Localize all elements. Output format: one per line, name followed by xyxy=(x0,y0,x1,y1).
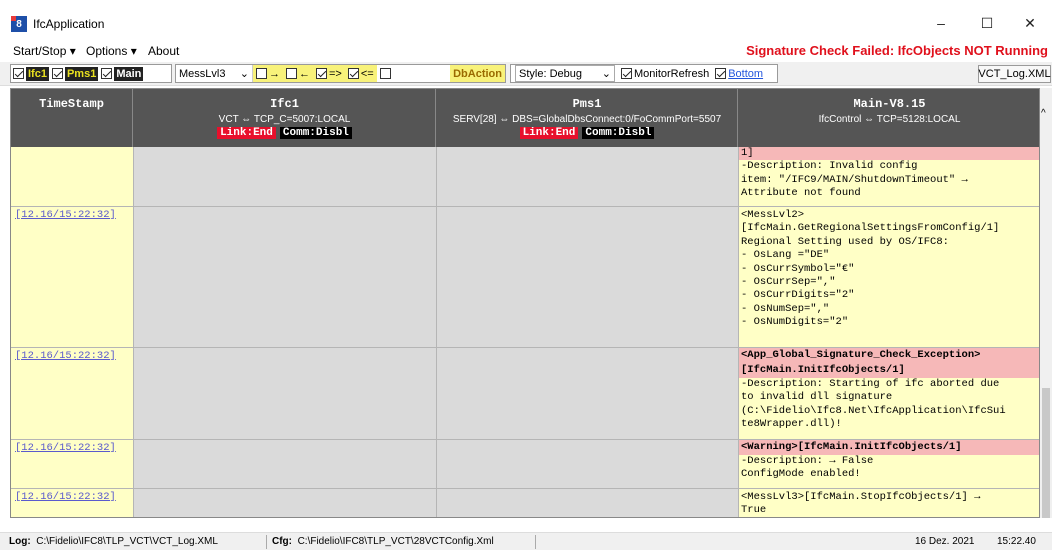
menu-options[interactable]: Options ▾ xyxy=(86,44,137,58)
log-grid[interactable]: TimeStamp Ifc1 VCT ⇔ TCP_C=5007:LOCAL Li… xyxy=(10,88,1040,518)
style-dropdown[interactable]: Style: Debug ⌄ xyxy=(515,65,615,82)
header-timestamp[interactable]: TimeStamp xyxy=(11,89,133,147)
main-cell: <App_Global_Signature_Check_Exception> [… xyxy=(739,348,1039,440)
level-dropdown[interactable]: MessLvl3 ⌄ xyxy=(176,65,253,82)
chevron-down-icon: ⌄ xyxy=(601,68,611,80)
log-path: Log: C:\Fidelio\IFC8\TLP_VCT\VCT_Log.XML xyxy=(9,536,218,547)
message-filter-group: MessLvl3 ⌄ → ← => <= DbAction xyxy=(175,64,506,83)
pms1-cell xyxy=(437,207,739,348)
log-file-button[interactable]: VCT_Log.XML xyxy=(978,65,1051,83)
table-row[interactable]: [12.16/15:22:32] <MessLvl3>[IfcMain.Stop… xyxy=(11,489,1039,517)
ifc1-checkbox[interactable] xyxy=(13,68,24,79)
header-pms1[interactable]: Pms1 SERV[28] ⇔ DBS=GlobalDbsConnect:0/F… xyxy=(437,89,738,147)
timestamp-link[interactable]: [12.16/15:22:32] xyxy=(11,348,133,362)
close-button[interactable]: ✕ xyxy=(1007,10,1052,36)
grid-header: TimeStamp Ifc1 VCT ⇔ TCP_C=5007:LOCAL Li… xyxy=(11,89,1039,147)
signature-warning: Signature Check Failed: IfcObjects NOT R… xyxy=(746,43,1048,58)
table-row[interactable]: 1] -Description: Invalid config item: "/… xyxy=(11,147,1039,207)
timestamp-cell: [12.16/15:22:32] xyxy=(11,440,134,489)
comm-status-badge: Comm:Disbl xyxy=(279,127,352,139)
main-cell: 1] -Description: Invalid config item: "/… xyxy=(739,147,1039,207)
main-cell: <MessLvl2> [IfcMain.GetRegionalSettingsF… xyxy=(739,207,1039,348)
app-icon: 8 xyxy=(11,16,27,32)
pms1-label: Pms1 xyxy=(64,66,99,81)
link-status-badge: Link:End xyxy=(217,127,276,139)
header-ifc1[interactable]: Ifc1 VCT ⇔ TCP_C=5007:LOCAL Link:End Comm… xyxy=(134,89,436,147)
monitor-refresh-label: MonitorRefresh xyxy=(634,67,710,80)
ifc1-cell xyxy=(134,147,437,207)
timestamp-link[interactable]: [12.16/15:22:32] xyxy=(11,207,133,221)
app-window: 8 IfcApplication – ☐ ✕ Start/Stop ▾ Opti… xyxy=(0,0,1052,550)
timestamp-cell: [12.16/15:22:32] xyxy=(11,348,134,440)
filter-right[interactable]: → xyxy=(253,65,283,82)
ifc1-cell xyxy=(134,207,437,348)
timestamp-cell xyxy=(11,147,134,207)
table-row[interactable]: [12.16/15:22:32] <App_Global_Signature_C… xyxy=(11,348,1039,440)
pms1-cell xyxy=(437,147,739,207)
filter-left[interactable]: ← xyxy=(283,65,313,82)
main-checkbox[interactable] xyxy=(101,68,113,79)
menu-about[interactable]: About xyxy=(148,44,179,58)
timestamp-cell: [12.16/15:22:32] xyxy=(11,207,134,348)
title-bar: 8 IfcApplication – ☐ ✕ xyxy=(0,0,1052,42)
timestamp-link[interactable]: [12.16/15:22:32] xyxy=(11,440,133,454)
dbaction-label: DbAction xyxy=(450,65,505,82)
pms1-cell xyxy=(437,440,739,489)
pms1-checkbox[interactable] xyxy=(51,68,63,79)
ifc1-cell xyxy=(134,348,437,440)
window-title: IfcApplication xyxy=(33,17,105,31)
status-bar: Log: C:\Fidelio\IFC8\TLP_VCT\VCT_Log.XML… xyxy=(0,532,1052,550)
table-row[interactable]: [12.16/15:22:32] <Warning>[IfcMain.InitI… xyxy=(11,440,1039,489)
menu-bar: Start/Stop ▾ Options ▾ About Signature C… xyxy=(0,42,1052,60)
menu-start-stop[interactable]: Start/Stop ▾ xyxy=(13,44,76,58)
status-date: 16 Dez. 2021 xyxy=(915,536,975,547)
comm-status-badge: Comm:Disbl xyxy=(582,127,655,139)
bottom-checkbox[interactable] xyxy=(715,68,727,79)
ifc1-cell xyxy=(134,440,437,489)
pms1-cell xyxy=(437,348,739,440)
timestamp-link[interactable]: [12.16/15:22:32] xyxy=(11,489,133,503)
cfg-path: Cfg: C:\Fidelio\IFC8\TLP_VCT\28VCTConfig… xyxy=(272,536,494,547)
link-status-badge: Link:End xyxy=(519,127,579,139)
minimize-button[interactable]: – xyxy=(918,10,964,36)
view-options-group: Style: Debug ⌄ MonitorRefresh Bottom xyxy=(510,64,778,83)
pms1-cell xyxy=(437,489,739,517)
filter-out[interactable]: => xyxy=(313,65,345,82)
monitor-refresh-checkbox[interactable] xyxy=(621,68,632,79)
ifc1-cell xyxy=(134,489,437,517)
toolbar: Ifc1 Pms1 Main MessLvl3 ⌄ → ← => <= DbAct… xyxy=(0,62,1052,86)
table-row[interactable]: [12.16/15:22:32] <MessLvl2> [IfcMain.Get… xyxy=(11,207,1039,348)
ifc1-label: Ifc1 xyxy=(26,66,49,81)
vertical-scrollbar[interactable]: ^ xyxy=(1040,88,1052,518)
main-cell: <MessLvl3>[IfcMain.StopIfcObjects/1] → T… xyxy=(739,489,1039,517)
chevron-down-icon: ⌄ xyxy=(239,68,249,80)
maximize-button[interactable]: ☐ xyxy=(964,10,1010,36)
dbaction-checkbox[interactable] xyxy=(379,68,391,79)
header-main[interactable]: Main-V8.15 IfcControl ⇔ TCP=5128:LOCAL xyxy=(739,89,1039,147)
filter-in[interactable]: <= xyxy=(344,65,377,82)
timestamp-cell: [12.16/15:22:32] xyxy=(11,489,134,517)
scroll-up-icon[interactable]: ^ xyxy=(1041,108,1046,119)
channel-filter-group: Ifc1 Pms1 Main xyxy=(10,64,172,83)
scroll-thumb[interactable] xyxy=(1042,388,1050,518)
main-label: Main xyxy=(114,66,144,81)
status-time: 15:22.40 xyxy=(997,536,1036,547)
main-cell: <Warning>[IfcMain.InitIfcObjects/1] -Des… xyxy=(739,440,1039,489)
bottom-link[interactable]: Bottom xyxy=(728,68,763,80)
